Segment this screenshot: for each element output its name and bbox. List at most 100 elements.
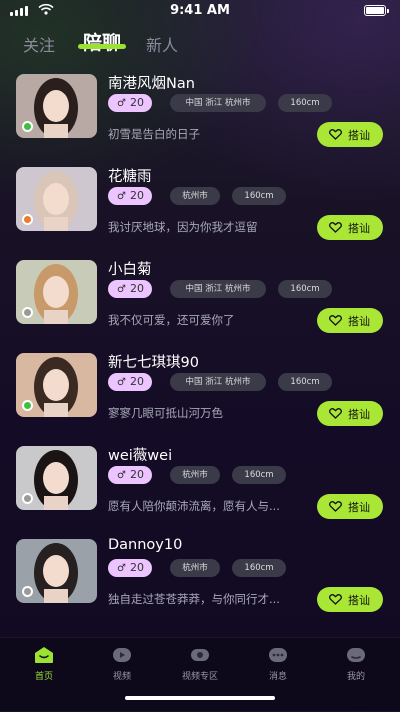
greet-button-label: 搭讪 bbox=[348, 222, 370, 235]
location-tag: 中国 浙江 杭州市 bbox=[170, 94, 266, 112]
greet-button[interactable]: 搭讪 bbox=[317, 494, 383, 519]
profile-name: 花糖雨 bbox=[108, 169, 152, 185]
location-tag: 杭州市 bbox=[170, 559, 220, 577]
video-icon bbox=[113, 648, 131, 662]
level-badge: ♂ 20 bbox=[108, 187, 152, 205]
greet-button[interactable]: 搭讪 bbox=[317, 215, 383, 240]
profile-bio: 初雪是告白的日子 bbox=[108, 127, 200, 141]
online-status-indicator bbox=[22, 586, 33, 597]
level-value: 20 bbox=[129, 561, 144, 574]
height-tag: 160cm bbox=[278, 373, 332, 391]
home-icon bbox=[35, 647, 53, 663]
level-badge: ♂ 20 bbox=[108, 466, 152, 484]
battery-icon bbox=[364, 5, 389, 16]
greet-button[interactable]: 搭讪 bbox=[317, 587, 383, 612]
avatar[interactable] bbox=[16, 446, 97, 510]
height-tag: 160cm bbox=[232, 559, 286, 577]
location-tag: 杭州市 bbox=[170, 187, 220, 205]
message-icon bbox=[269, 648, 287, 662]
top-tabs: 关注 陪聊 新人 bbox=[0, 28, 400, 60]
nav-label-messages: 消息 bbox=[268, 672, 287, 682]
nav-label-home: 首页 bbox=[34, 672, 53, 682]
profile-bio: 独自走过苍苍莽莽，与你同行才... bbox=[108, 592, 280, 606]
level-icon: ♂ bbox=[117, 191, 126, 202]
heart-icon bbox=[329, 408, 342, 419]
profile-name: 小白菊 bbox=[108, 262, 152, 278]
online-status-indicator bbox=[22, 400, 33, 411]
online-status-indicator bbox=[22, 121, 33, 132]
level-icon: ♂ bbox=[117, 563, 126, 574]
profile-icon bbox=[347, 648, 365, 662]
nav-label-video-zone: 视频专区 bbox=[181, 672, 218, 682]
greet-button-label: 搭讪 bbox=[348, 129, 370, 142]
height-tag: 160cm bbox=[232, 187, 286, 205]
level-value: 20 bbox=[129, 96, 144, 109]
nav-home[interactable]: 首页 bbox=[14, 646, 74, 682]
profile-card[interactable]: 花糖雨 ♂ 20 杭州市 160cm 我讨厌地球，因为你我才逗留 搭讪 bbox=[0, 159, 400, 249]
avatar[interactable] bbox=[16, 539, 97, 603]
location-tag: 中国 浙江 杭州市 bbox=[170, 373, 266, 391]
profile-name: 南港风烟Nan bbox=[108, 76, 195, 92]
avatar[interactable] bbox=[16, 167, 97, 231]
profile-bio: 我讨厌地球，因为你我才逗留 bbox=[108, 220, 258, 234]
heart-icon bbox=[329, 501, 342, 512]
profile-card[interactable]: 南港风烟Nan ♂ 20 中国 浙江 杭州市 160cm 初雪是告白的日子 搭讪 bbox=[0, 66, 400, 156]
greet-button-label: 搭讪 bbox=[348, 501, 370, 514]
heart-icon bbox=[329, 129, 342, 140]
level-badge: ♂ 20 bbox=[108, 280, 152, 298]
level-icon: ♂ bbox=[117, 377, 126, 388]
status-time: 9:41 AM bbox=[170, 3, 230, 18]
status-bar: 9:41 AM bbox=[0, 0, 400, 22]
profile-bio: 寥寥几眼可抵山河万色 bbox=[108, 406, 223, 420]
greet-button-label: 搭讪 bbox=[348, 315, 370, 328]
level-icon: ♂ bbox=[117, 98, 126, 109]
online-status-indicator bbox=[22, 493, 33, 504]
level-value: 20 bbox=[129, 468, 144, 481]
greet-button[interactable]: 搭讪 bbox=[317, 122, 383, 147]
level-value: 20 bbox=[129, 375, 144, 388]
profile-card[interactable]: 新七七琪琪90 ♂ 20 中国 浙江 杭州市 160cm 寥寥几眼可抵山河万色 搭讪 bbox=[0, 345, 400, 435]
greet-button-label: 搭讪 bbox=[348, 594, 370, 607]
heart-icon bbox=[329, 594, 342, 605]
nav-messages[interactable]: 消息 bbox=[248, 646, 308, 682]
profile-bio: 愿有人陪你颠沛流离，愿有人与... bbox=[108, 499, 280, 513]
heart-icon bbox=[329, 222, 342, 233]
online-status-indicator bbox=[22, 214, 33, 225]
video-zone-icon bbox=[191, 649, 209, 661]
level-icon: ♂ bbox=[117, 284, 126, 295]
level-icon: ♂ bbox=[117, 470, 126, 481]
tab-active-indicator bbox=[78, 44, 126, 49]
profile-name: wei薇wei bbox=[108, 448, 173, 464]
level-value: 20 bbox=[129, 282, 144, 295]
tab-newcomers[interactable]: 新人 bbox=[146, 32, 178, 56]
home-indicator bbox=[125, 696, 275, 700]
avatar[interactable] bbox=[16, 353, 97, 417]
location-tag: 中国 浙江 杭州市 bbox=[170, 280, 266, 298]
nav-label-video: 视频 bbox=[112, 672, 131, 682]
heart-icon bbox=[329, 315, 342, 326]
level-badge: ♂ 20 bbox=[108, 559, 152, 577]
greet-button-label: 搭讪 bbox=[348, 408, 370, 421]
profile-card[interactable]: wei薇wei ♂ 20 杭州市 160cm 愿有人陪你颠沛流离，愿有人与... 搭讪 bbox=[0, 438, 400, 528]
location-tag: 杭州市 bbox=[170, 466, 220, 484]
profile-card[interactable]: 小白菊 ♂ 20 中国 浙江 杭州市 160cm 我不仅可爱，还可爱你了 搭讪 bbox=[0, 252, 400, 342]
profile-bio: 我不仅可爱，还可爱你了 bbox=[108, 313, 235, 327]
height-tag: 160cm bbox=[232, 466, 286, 484]
tab-chat-companion[interactable]: 陪聊 bbox=[83, 28, 121, 55]
level-badge: ♂ 20 bbox=[108, 373, 152, 391]
profile-card[interactable]: Dannoy10 ♂ 20 杭州市 160cm 独自走过苍苍莽莽，与你同行才... 搭讪 bbox=[0, 531, 400, 621]
profile-name: 新七七琪琪90 bbox=[108, 355, 199, 371]
avatar[interactable] bbox=[16, 260, 97, 324]
height-tag: 160cm bbox=[278, 280, 332, 298]
tab-follow[interactable]: 关注 bbox=[23, 32, 55, 56]
nav-video[interactable]: 视频 bbox=[92, 646, 152, 682]
online-status-indicator bbox=[22, 307, 33, 318]
nav-video-zone[interactable]: 视频专区 bbox=[170, 646, 230, 682]
bottom-nav: 首页 视频 视频专区 消息 我的 bbox=[0, 637, 400, 712]
nav-profile[interactable]: 我的 bbox=[326, 646, 386, 682]
avatar[interactable] bbox=[16, 74, 97, 138]
greet-button[interactable]: 搭讪 bbox=[317, 308, 383, 333]
level-value: 20 bbox=[129, 189, 144, 202]
greet-button[interactable]: 搭讪 bbox=[317, 401, 383, 426]
height-tag: 160cm bbox=[278, 94, 332, 112]
